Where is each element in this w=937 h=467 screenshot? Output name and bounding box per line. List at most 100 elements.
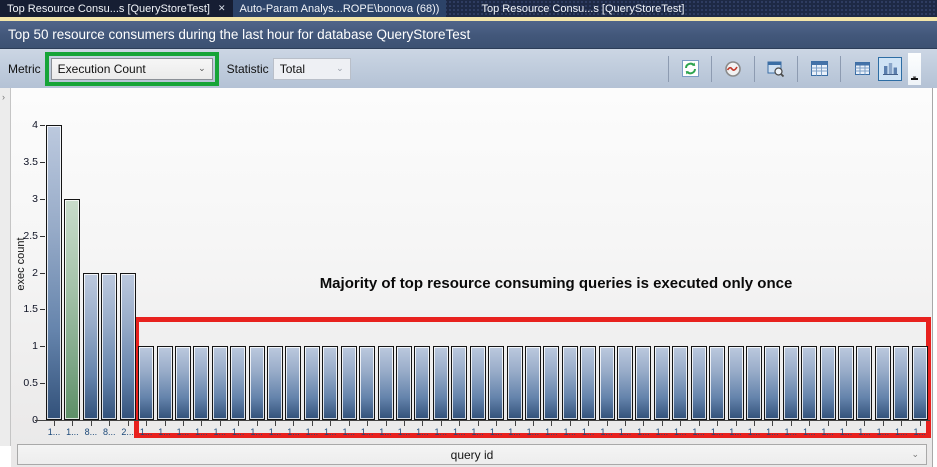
y-tick-mark [40, 125, 45, 126]
bar-query-29[interactable] [580, 346, 596, 420]
x-tick-label: 1... [191, 427, 211, 437]
view-query-text-button[interactable] [764, 57, 788, 81]
x-tick-mark [441, 421, 442, 426]
close-icon[interactable]: ✕ [218, 4, 226, 13]
collapsed-side-panel[interactable]: › [0, 88, 11, 446]
x-tick-mark [496, 421, 497, 426]
bar-query-16[interactable] [341, 346, 357, 420]
x-tick-mark [754, 421, 755, 426]
tab-auto-param-analysis[interactable]: Auto-Param Analys...ROPE\bonova (68)) [233, 0, 447, 17]
document-tab-bar: Top Resource Consu...s [QueryStoreTest] … [0, 0, 937, 17]
x-tick-label: 1... [247, 427, 267, 437]
bar-query-27[interactable] [543, 346, 559, 420]
x-tick-label: 1... [173, 427, 193, 437]
bar-query-2[interactable] [83, 273, 99, 421]
bar-query-4[interactable] [120, 273, 136, 421]
x-tick-label: 1... [689, 427, 709, 437]
tab-top-resource-consumers-2[interactable]: Top Resource Consu...s [QueryStoreTest] [474, 0, 691, 17]
x-tick-label: 8... [99, 427, 119, 437]
x-tick-label: 1... [44, 427, 64, 437]
bar-query-41[interactable] [801, 346, 817, 420]
bar-query-17[interactable] [359, 346, 375, 420]
x-tick-label: 1... [376, 427, 396, 437]
compare-grid-button[interactable] [850, 57, 874, 81]
report-title-bar: Top 50 resource consumers during the las… [0, 21, 937, 49]
bar-query-37[interactable] [728, 346, 744, 420]
bar-query-39[interactable] [764, 346, 780, 420]
bar-query-46[interactable] [893, 346, 909, 420]
bar-query-38[interactable] [746, 346, 762, 420]
bar-query-22[interactable] [451, 346, 467, 420]
x-tick-label: 1... [633, 427, 653, 437]
bar-query-20[interactable] [414, 346, 430, 420]
bar-query-43[interactable] [838, 346, 854, 420]
bar-query-42[interactable] [820, 346, 836, 420]
x-tick-label: 1... [615, 427, 635, 437]
x-tick-mark [699, 421, 700, 426]
x-tick-mark [625, 421, 626, 426]
metric-dropdown[interactable]: Execution Count ⌄ [51, 58, 213, 80]
x-tick-mark [257, 421, 258, 426]
bar-query-30[interactable] [599, 346, 615, 420]
bar-query-35[interactable] [691, 346, 707, 420]
bar-query-9[interactable] [212, 346, 228, 420]
bar-query-47[interactable] [912, 346, 928, 420]
bar-query-19[interactable] [396, 346, 412, 420]
x-tick-mark [478, 421, 479, 426]
x-tick-label: 1... [597, 427, 617, 437]
x-tick-mark [312, 421, 313, 426]
bar-query-23[interactable] [470, 346, 486, 420]
bar-query-36[interactable] [709, 346, 725, 420]
bar-query-33[interactable] [654, 346, 670, 420]
bar-query-18[interactable] [378, 346, 394, 420]
bar-query-0[interactable] [46, 125, 62, 420]
x-axis-line [35, 420, 930, 421]
x-tick-label: 1... [799, 427, 819, 437]
bar-query-1[interactable] [64, 199, 80, 420]
bar-query-12[interactable] [267, 346, 283, 420]
bar-query-34[interactable] [672, 346, 688, 420]
bar-query-24[interactable] [488, 346, 504, 420]
bar-query-15[interactable] [322, 346, 338, 420]
y-tick-mark [40, 162, 45, 163]
bar-query-13[interactable] [285, 346, 301, 420]
y-tick-mark [40, 236, 45, 237]
x-tick-mark [72, 421, 73, 426]
bar-query-6[interactable] [157, 346, 173, 420]
bar-query-3[interactable] [101, 273, 117, 421]
bar-query-14[interactable] [304, 346, 320, 420]
tab-top-resource-consumers-1[interactable]: Top Resource Consu...s [QueryStoreTest] … [0, 0, 233, 17]
grid-view-button[interactable] [807, 57, 831, 81]
bar-query-31[interactable] [617, 346, 633, 420]
toolbar-overflow-button[interactable]: ▾ [908, 53, 921, 85]
y-tick-label: 2.5 [14, 230, 38, 242]
bar-query-10[interactable] [230, 346, 246, 420]
bar-query-26[interactable] [525, 346, 541, 420]
x-tick-mark [404, 421, 405, 426]
refresh-button[interactable] [678, 57, 702, 81]
x-axis-dropdown[interactable]: query id ⌄ [17, 444, 927, 465]
x-tick-mark [533, 421, 534, 426]
bar-query-8[interactable] [193, 346, 209, 420]
statistic-dropdown[interactable]: Total ⌄ [273, 58, 351, 80]
bar-query-28[interactable] [562, 346, 578, 420]
metric-highlight-box: Execution Count ⌄ [45, 52, 219, 86]
bar-query-7[interactable] [175, 346, 191, 420]
bar-chart: exec count Majority of top resource cons… [11, 88, 933, 467]
x-tick-label: 1... [744, 427, 764, 437]
chart-view-button[interactable] [878, 57, 902, 81]
bar-query-25[interactable] [507, 346, 523, 420]
bar-query-11[interactable] [249, 346, 265, 420]
x-tick-mark [772, 421, 773, 426]
x-tick-mark [459, 421, 460, 426]
bar-query-44[interactable] [856, 346, 872, 420]
bar-query-21[interactable] [433, 346, 449, 420]
bar-query-40[interactable] [783, 346, 799, 420]
bar-query-5[interactable] [138, 346, 154, 420]
tracked-query-button[interactable] [721, 57, 745, 81]
x-tick-label: 1... [707, 427, 727, 437]
bar-query-45[interactable] [875, 346, 891, 420]
bar-query-32[interactable] [635, 346, 651, 420]
x-tick-label: 1... [762, 427, 782, 437]
x-tick-label: 1... [578, 427, 598, 437]
